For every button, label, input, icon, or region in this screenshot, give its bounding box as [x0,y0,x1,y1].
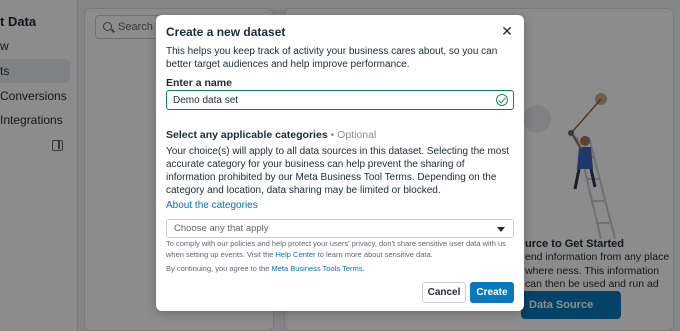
business-tools-terms-link[interactable]: Meta Business Tools Terms. [272,264,365,273]
dataset-name-input[interactable] [166,90,514,110]
help-center-link[interactable]: Help Center [276,250,316,259]
dialog-title: Create a new dataset [166,25,286,39]
name-field-label: Enter a name [166,77,232,89]
privacy-notice: To comply with our policies and help pro… [166,239,514,260]
categories-description: Your choice(s) will apply to all data so… [166,146,510,196]
check-circle-icon [496,94,508,106]
create-dataset-dialog: Create a new dataset ✕ This helps you ke… [156,15,524,311]
categories-heading: Select any applicable categories • Optio… [166,129,376,141]
about-categories-link[interactable]: About the categories [166,200,258,211]
categories-select[interactable]: Choose any that apply [166,219,514,238]
select-placeholder: Choose any that apply [174,223,269,234]
terms-consent-text: By continuing, you agree to the [166,264,272,273]
create-button[interactable]: Create [470,282,514,303]
privacy-notice-text-2: to learn more about sensitive data. [315,249,433,259]
cancel-button[interactable]: Cancel [422,282,466,303]
caret-down-icon [497,227,505,232]
dialog-description: This helps you keep track of activity yo… [166,46,498,70]
optional-tag: • Optional [327,129,377,141]
terms-consent: By continuing, you agree to the Meta Bus… [166,264,365,273]
close-icon[interactable]: ✕ [498,22,516,40]
categories-title: Select any applicable categories [166,129,328,141]
